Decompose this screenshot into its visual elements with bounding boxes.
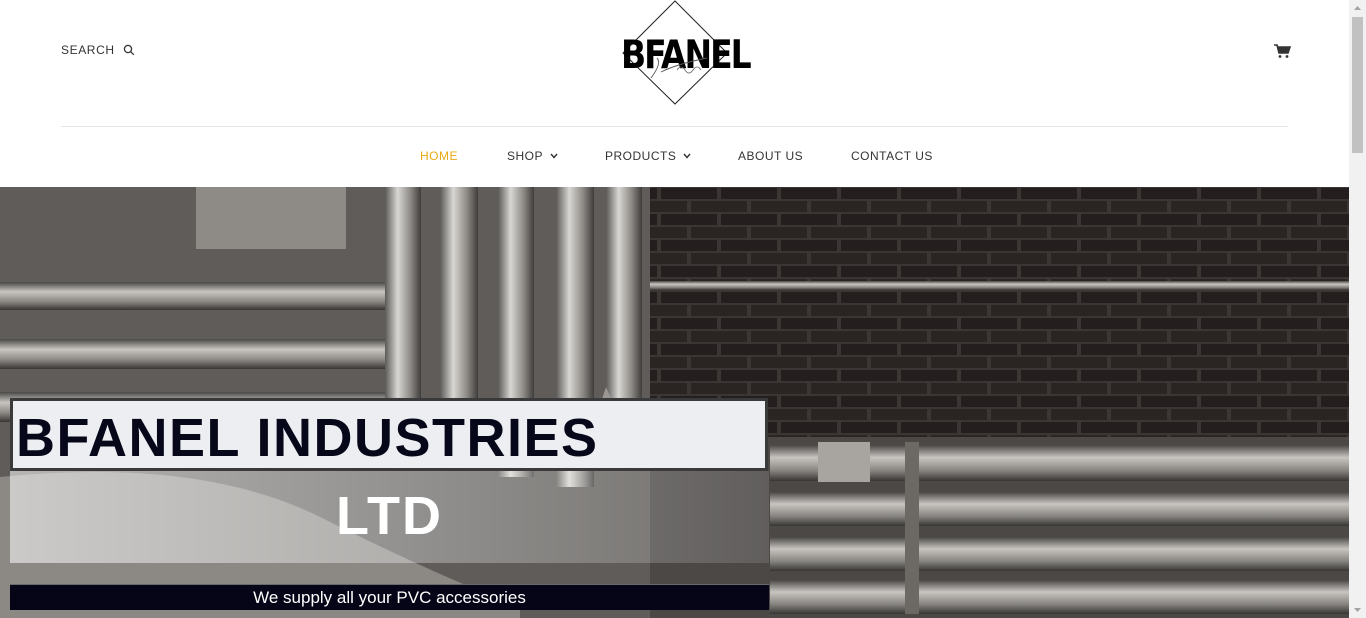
site-header: SEARCH BFANEL HOME SHOP PRODUCTS ABOUT U…: [0, 0, 1349, 187]
hero-title-box: BFANEL INDUSTRIES: [10, 398, 768, 471]
cart-icon: [1273, 44, 1292, 63]
nav-item-shop[interactable]: SHOP: [507, 149, 558, 163]
chevron-down-icon: [550, 153, 558, 159]
hero-banner: BFANEL INDUSTRIES LTD We supply all your…: [0, 187, 1349, 618]
nav-item-label: PRODUCTS: [605, 149, 677, 163]
nav-item-label: HOME: [420, 149, 458, 163]
search-label: SEARCH: [61, 43, 115, 57]
nav-item-label: SHOP: [507, 149, 544, 163]
hero-tagline: We supply all your PVC accessories: [253, 588, 526, 607]
hero-subtitle-box: LTD: [10, 471, 769, 563]
logo-script-mark: [650, 57, 708, 79]
nav-item-label: ABOUT US: [738, 149, 804, 163]
nav-item-products[interactable]: PRODUCTS: [605, 149, 691, 163]
nav-item-contact-us[interactable]: CONTACT US: [851, 149, 933, 163]
search-icon: [123, 44, 135, 56]
hero-title: BFANEL INDUSTRIES: [16, 408, 599, 468]
search-button[interactable]: SEARCH: [61, 43, 135, 57]
chevron-down-icon: [683, 153, 691, 159]
hero-subtitle: LTD: [336, 486, 443, 546]
main-nav: HOME SHOP PRODUCTS ABOUT US CONTACT US: [0, 127, 1349, 187]
hero-tagline-box: We supply all your PVC accessories: [10, 584, 769, 610]
scroll-up-arrow-icon[interactable]: [1349, 0, 1366, 17]
nav-item-home[interactable]: HOME: [420, 149, 458, 163]
scrollbar-thumb[interactable]: [1352, 17, 1363, 153]
vertical-scrollbar[interactable]: [1349, 0, 1366, 618]
nav-item-about-us[interactable]: ABOUT US: [738, 149, 803, 163]
page: SEARCH BFANEL HOME SHOP PRODUCTS ABOUT U…: [0, 0, 1349, 618]
scroll-down-arrow-icon[interactable]: [1349, 601, 1366, 618]
site-logo[interactable]: BFANEL: [621, 0, 752, 106]
nav-item-label: CONTACT US: [851, 149, 933, 163]
cart-button[interactable]: [1273, 43, 1292, 59]
